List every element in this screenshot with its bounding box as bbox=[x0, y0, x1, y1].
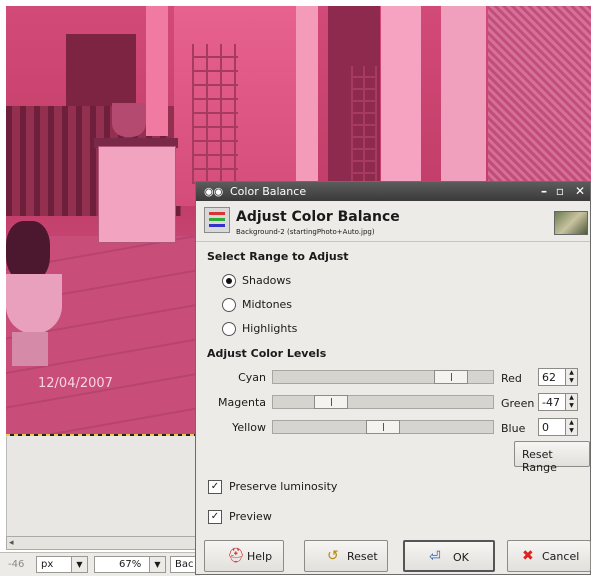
window-title: Color Balance bbox=[230, 185, 307, 198]
spinbox-value[interactable]: -47 bbox=[542, 396, 560, 409]
reset-range-button[interactable]: Reset Range bbox=[514, 441, 590, 474]
status-bar: -46 px ▼ 67% ▼ Bac bbox=[0, 552, 200, 576]
layer-status-text: Bac bbox=[175, 559, 194, 570]
canvas-urn-stem bbox=[12, 332, 48, 366]
radio-label: Shadows bbox=[242, 274, 292, 287]
app-icon: ◉◉ bbox=[204, 185, 224, 198]
radio-button[interactable] bbox=[222, 298, 236, 312]
checkmark-icon[interactable]: ✓ bbox=[208, 480, 222, 494]
slider-right-label: Red bbox=[501, 372, 522, 385]
zoom-value: 67% bbox=[119, 559, 142, 570]
horizontal-scrollbar[interactable]: ◂ bbox=[6, 536, 196, 550]
canvas-pillar bbox=[146, 6, 168, 136]
unit-value: px bbox=[41, 559, 54, 570]
yellow-blue-slider[interactable] bbox=[272, 420, 494, 434]
slider-thumb[interactable] bbox=[314, 395, 348, 409]
canvas-curtain bbox=[441, 6, 486, 206]
spinbox-value[interactable]: 62 bbox=[542, 371, 556, 384]
help-label: Help bbox=[247, 550, 273, 563]
cancel-label: Cancel bbox=[542, 550, 580, 563]
slider-right-label: Green bbox=[501, 397, 535, 410]
ok-arrow-icon: ⏎ bbox=[429, 549, 441, 565]
canvas-urn bbox=[6, 274, 62, 334]
canvas-plant-pot bbox=[112, 103, 146, 137]
canvas-foliage bbox=[6, 221, 50, 281]
reset-range-label: Reset Range bbox=[522, 448, 557, 474]
lifebuoy-icon: ⛑ bbox=[227, 548, 245, 564]
help-button[interactable]: ⛑ Help bbox=[204, 540, 284, 572]
canvas-cupboard bbox=[98, 146, 176, 243]
unit-select[interactable]: px ▼ bbox=[36, 556, 88, 573]
pointer-coordinate: -46 bbox=[8, 559, 25, 570]
dialog-header: Adjust Color Balance Background-2 (start… bbox=[196, 201, 590, 242]
reset-label: Reset bbox=[347, 550, 378, 563]
maximize-icon[interactable]: ▫ bbox=[552, 183, 568, 199]
radio-button[interactable] bbox=[222, 322, 236, 336]
cancel-x-icon: ✖ bbox=[522, 548, 534, 564]
canvas-trellis bbox=[192, 44, 238, 184]
canvas-net bbox=[488, 6, 591, 196]
spin-down-icon[interactable]: ▼ bbox=[565, 377, 577, 385]
checkmark-icon[interactable]: ✓ bbox=[208, 510, 222, 524]
layer-status: Bac bbox=[170, 556, 198, 573]
header-subtitle: Background-2 (startingPhoto+Auto.jpg) bbox=[236, 228, 375, 236]
spin-down-icon[interactable]: ▼ bbox=[565, 402, 577, 410]
header-title: Adjust Color Balance bbox=[236, 209, 400, 225]
spin-down-icon[interactable]: ▼ bbox=[565, 427, 577, 435]
range-section-title: Select Range to Adjust bbox=[207, 250, 349, 263]
slider-thumb[interactable] bbox=[366, 420, 400, 434]
image-thumbnail bbox=[554, 211, 588, 235]
magenta-green-slider[interactable] bbox=[272, 395, 494, 409]
reset-icon: ↺ bbox=[327, 548, 339, 564]
radio-label: Highlights bbox=[242, 322, 298, 335]
dialog-titlebar[interactable]: ◉◉ Color Balance – ▫ ✕ bbox=[196, 182, 590, 201]
reset-button[interactable]: ↺ Reset bbox=[304, 540, 388, 572]
spinbox-value[interactable]: 0 bbox=[542, 421, 549, 434]
radio-button[interactable] bbox=[222, 274, 236, 288]
close-icon[interactable]: ✕ bbox=[572, 183, 588, 199]
blue-value-spinbox[interactable]: 0 ▲ ▼ bbox=[538, 418, 578, 436]
zoom-select[interactable]: 67% ▼ bbox=[94, 556, 166, 573]
slider-thumb[interactable] bbox=[434, 370, 468, 384]
green-value-spinbox[interactable]: -47 ▲ ▼ bbox=[538, 393, 578, 411]
scroll-left-icon[interactable]: ◂ bbox=[9, 538, 14, 548]
slider-left-label: Magenta bbox=[217, 396, 266, 409]
checkbox-label: Preserve luminosity bbox=[229, 480, 338, 493]
canvas-trellis-2 bbox=[351, 66, 377, 186]
ok-button[interactable]: ⏎ OK bbox=[403, 540, 495, 572]
levels-section-title: Adjust Color Levels bbox=[207, 347, 327, 360]
chevron-down-icon[interactable]: ▼ bbox=[71, 557, 87, 572]
cyan-red-slider[interactable] bbox=[272, 370, 494, 384]
date-stamp: 12/04/2007 bbox=[38, 376, 113, 391]
slider-left-label: Yellow bbox=[232, 421, 266, 434]
canvas-padding bbox=[6, 436, 197, 536]
ok-label: OK bbox=[453, 551, 469, 564]
canvas-door bbox=[381, 6, 421, 196]
color-balance-dialog: ◉◉ Color Balance – ▫ ✕ Adjust Color Bala… bbox=[195, 181, 591, 575]
slider-right-label: Blue bbox=[501, 422, 526, 435]
radio-label: Midtones bbox=[242, 298, 293, 311]
red-value-spinbox[interactable]: 62 ▲ ▼ bbox=[538, 368, 578, 386]
chevron-down-icon[interactable]: ▼ bbox=[149, 557, 165, 572]
checkbox-label: Preview bbox=[229, 510, 272, 523]
color-balance-icon bbox=[204, 207, 230, 233]
slider-left-label: Cyan bbox=[238, 371, 266, 384]
cancel-button[interactable]: ✖ Cancel bbox=[507, 540, 591, 572]
minimize-icon[interactable]: – bbox=[536, 183, 552, 199]
